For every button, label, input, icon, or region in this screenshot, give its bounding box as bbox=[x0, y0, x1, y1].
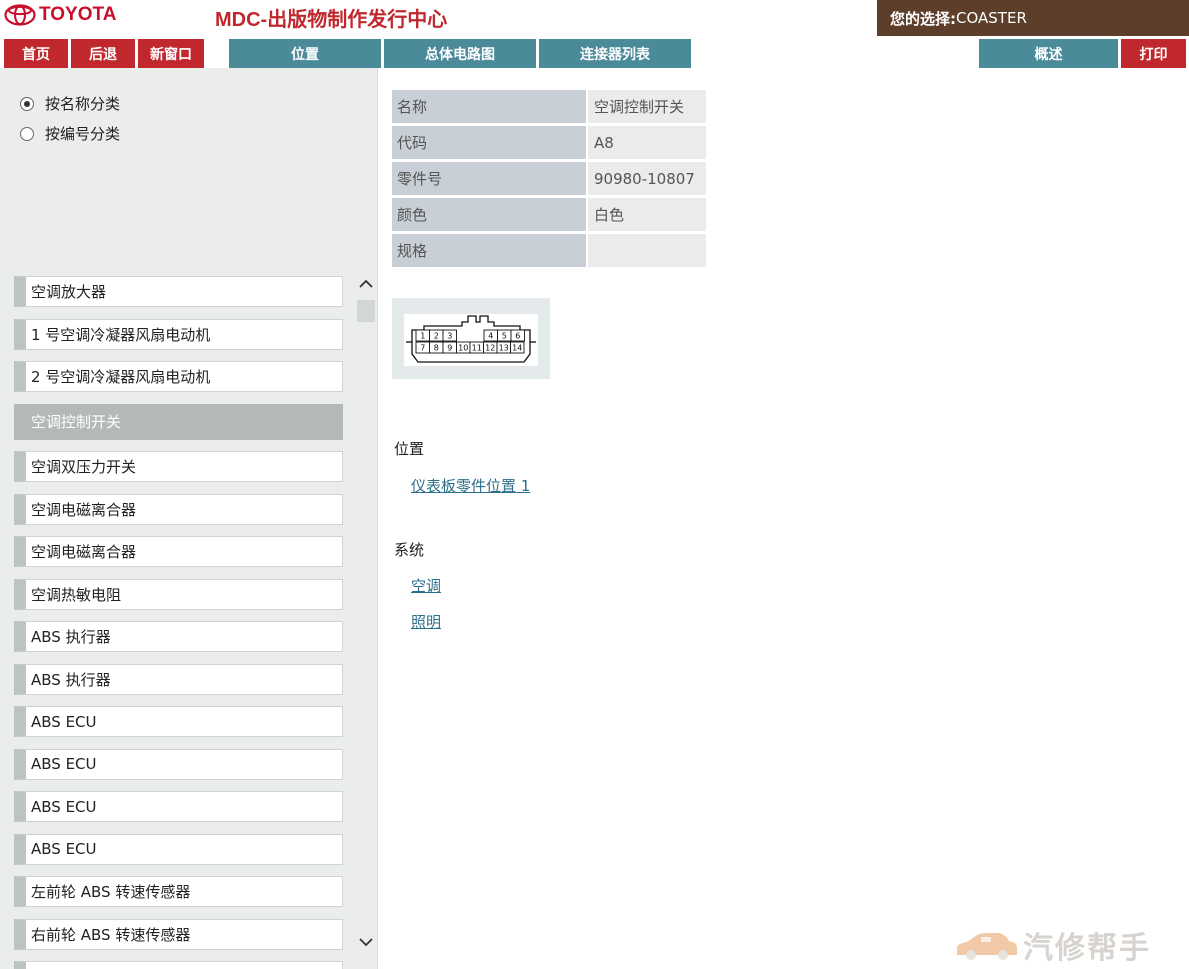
toyota-emblem-icon bbox=[4, 4, 36, 26]
list-item[interactable]: ABS 执行器 bbox=[14, 621, 343, 652]
watermark: 汽修帮手 bbox=[955, 923, 1151, 967]
connector-pin-label: 4 bbox=[488, 331, 493, 340]
list-item[interactable]: ABS 执行器 bbox=[14, 663, 343, 695]
list-item[interactable]: 空调放大器 bbox=[14, 276, 343, 307]
toyota-logo: TOYOTA bbox=[4, 0, 116, 30]
sort-by-name-label: 按名称分类 bbox=[45, 95, 121, 113]
connector-pin-label: 8 bbox=[434, 343, 439, 352]
connector-pin-label: 11 bbox=[472, 343, 482, 352]
connector-pin-label: 10 bbox=[458, 343, 468, 352]
location-link[interactable]: 仪表板零件位置 1 bbox=[411, 475, 530, 496]
detail-value: 90980-10807 bbox=[588, 162, 706, 195]
detail-value bbox=[588, 234, 706, 267]
detail-key: 规格 bbox=[392, 234, 586, 267]
list-item-selected[interactable]: 空调控制开关 bbox=[14, 403, 343, 440]
app-title: MDC-出版物制作发行中心 bbox=[215, 9, 448, 31]
detail-row-name: 名称 空调控制开关 bbox=[392, 90, 706, 123]
connector-face-image: 1 2 3 4 5 67 8 9 10 11 12 13 14 bbox=[404, 313, 538, 366]
radio-checked-icon[interactable] bbox=[20, 96, 34, 111]
connector-pin-label: 6 bbox=[515, 331, 520, 340]
scroll-down-button[interactable] bbox=[356, 932, 376, 952]
connector-pin-label: 1 bbox=[420, 331, 425, 340]
chevron-up-icon bbox=[359, 279, 373, 288]
detail-key: 名称 bbox=[392, 90, 586, 123]
scrollbar-thumb[interactable] bbox=[357, 300, 375, 322]
overall-wiring-button[interactable]: 总体电路图 bbox=[384, 39, 536, 68]
connector-pin-label: 2 bbox=[434, 331, 439, 340]
detail-row-spec: 规格 bbox=[392, 234, 706, 267]
sort-by-number-label: 按编号分类 bbox=[45, 125, 121, 143]
list-item[interactable]: 2 号空调冷凝器风扇电动机 bbox=[14, 361, 343, 392]
list-item[interactable]: 空调电磁离合器 bbox=[14, 493, 343, 525]
list-item[interactable]: 左前轮 ABS 转速传感器 bbox=[14, 876, 343, 907]
list-item[interactable]: 空调热敏电阻 bbox=[14, 578, 343, 610]
list-item[interactable]: ABS ECU bbox=[14, 833, 343, 865]
detail-value: 空调控制开关 bbox=[588, 90, 706, 123]
connector-pin-label: 13 bbox=[499, 343, 509, 352]
logo-text: TOYOTA bbox=[39, 4, 117, 25]
connector-pin-label: 3 bbox=[447, 331, 452, 340]
vehicle-selection: 您的选择: COASTER bbox=[877, 0, 1189, 36]
connector-pin-label: 5 bbox=[502, 331, 507, 340]
detail-row-code: 代码 A8 bbox=[392, 126, 706, 159]
selection-label: 您的选择: bbox=[890, 9, 956, 28]
location-heading: 位置 bbox=[394, 440, 425, 458]
connector-pin-label: 9 bbox=[447, 343, 452, 352]
overview-button[interactable]: 概述 bbox=[979, 39, 1118, 68]
scroll-up-button[interactable] bbox=[356, 274, 376, 294]
selection-value: COASTER bbox=[956, 9, 1027, 27]
app-window: TOYOTA MDC-出版物制作发行中心 您的选择: COASTER 首页 后退… bbox=[0, 0, 1189, 969]
connector-pin-label: 7 bbox=[420, 343, 425, 352]
connector-diagram: 1 2 3 4 5 6 7 8 9 10 11 12 13 14 bbox=[392, 298, 550, 379]
left-panel: 按名称分类 按编号分类 空调放大器 1 号空调冷凝器风扇电动机 2 号空调冷凝器… bbox=[0, 68, 378, 969]
system-heading: 系统 bbox=[394, 541, 425, 559]
connector-list-button[interactable]: 连接器列表 bbox=[539, 39, 691, 68]
home-button[interactable]: 首页 bbox=[4, 39, 68, 68]
list-item-partial[interactable] bbox=[14, 961, 343, 969]
sort-by-name-option[interactable]: 按名称分类 bbox=[20, 93, 120, 114]
system-link-ac[interactable]: 空调 bbox=[411, 575, 441, 596]
watermark-text: 汽修帮手 bbox=[1023, 931, 1151, 966]
list-item[interactable]: 1 号空调冷凝器风扇电动机 bbox=[14, 318, 343, 350]
system-link-lighting[interactable]: 照明 bbox=[411, 611, 441, 632]
list-item[interactable]: ABS ECU bbox=[14, 748, 343, 780]
sort-by-number-option[interactable]: 按编号分类 bbox=[20, 123, 120, 144]
detail-value: A8 bbox=[588, 126, 706, 159]
new-window-button[interactable]: 新窗口 bbox=[138, 39, 204, 68]
back-button[interactable]: 后退 bbox=[71, 39, 135, 68]
connector-pin-label: 14 bbox=[512, 343, 522, 352]
radio-unchecked-icon[interactable] bbox=[20, 126, 34, 141]
detail-row-part-number: 零件号 90980-10807 bbox=[392, 162, 706, 195]
detail-row-color: 颜色 白色 bbox=[392, 198, 706, 231]
list-item[interactable]: ABS ECU bbox=[14, 791, 343, 822]
detail-key: 代码 bbox=[392, 126, 586, 159]
detail-key: 颜色 bbox=[392, 198, 586, 231]
component-list: 空调放大器 1 号空调冷凝器风扇电动机 2 号空调冷凝器风扇电动机 空调控制开关… bbox=[14, 276, 343, 969]
component-details: 名称 空调控制开关 代码 A8 零件号 90980-10807 颜色 白色 规格 bbox=[392, 90, 706, 270]
location-button[interactable]: 位置 bbox=[229, 39, 381, 68]
list-item[interactable]: ABS ECU bbox=[14, 706, 343, 737]
chevron-down-icon bbox=[359, 938, 373, 947]
list-item[interactable]: 右前轮 ABS 转速传感器 bbox=[14, 918, 343, 950]
detail-value: 白色 bbox=[588, 198, 706, 231]
print-button[interactable]: 打印 bbox=[1121, 39, 1186, 68]
detail-key: 零件号 bbox=[392, 162, 586, 195]
connector-pin-label: 12 bbox=[485, 343, 495, 352]
car-icon bbox=[957, 933, 1017, 960]
list-item[interactable]: 空调电磁离合器 bbox=[14, 536, 343, 567]
list-item[interactable]: 空调双压力开关 bbox=[14, 451, 343, 482]
